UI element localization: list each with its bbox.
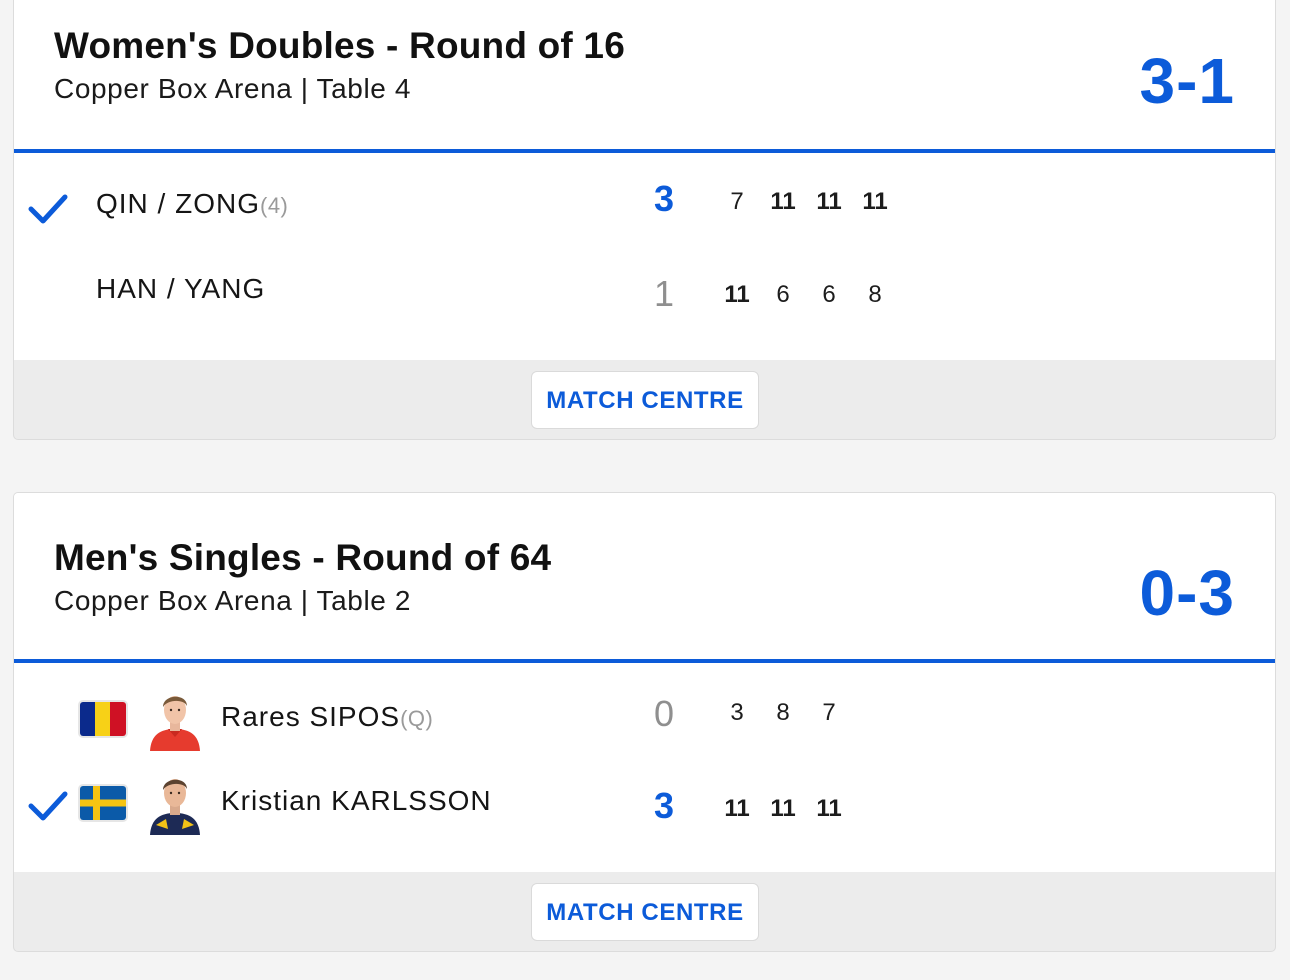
player-row: Rares SIPOS(Q) 0 3 8 7	[14, 677, 1275, 757]
game-point: 7	[822, 699, 836, 726]
match-centre-button[interactable]: MATCH CENTRE	[531, 883, 759, 941]
game-point: 8	[868, 281, 882, 308]
player-row: QIN / ZONG(4) 3 7 11 11 11	[14, 162, 1275, 242]
player-name: Rares SIPOS(Q)	[221, 701, 433, 733]
game-point: 11	[770, 795, 796, 822]
player-name: QIN / ZONG(4)	[96, 188, 288, 220]
game-point: 11	[770, 188, 796, 215]
games-won: 3	[653, 178, 675, 219]
games-won: 0	[653, 693, 675, 734]
player-row: HAN / YANG 1 11 6 6 8	[14, 253, 1275, 333]
match-card-mens-singles: Men's Singles - Round of 64 Copper Box A…	[13, 492, 1276, 952]
game-point: 11	[816, 188, 842, 215]
player-row: Kristian KARLSSON 3 11 11 11	[14, 767, 1275, 847]
game-points: 7 11 11 11	[714, 188, 898, 216]
game-points: 3 8 7	[714, 699, 852, 727]
game-point: 11	[862, 188, 888, 215]
players-list: Rares SIPOS(Q) 0 3 8 7 Kristian KARLSSON 3…	[14, 663, 1275, 872]
player-seed: (Q)	[400, 706, 434, 731]
players-list: QIN / ZONG(4) 3 7 11 11 11 HAN / YANG 1 11 6…	[14, 153, 1275, 360]
game-points: 11 11 11	[714, 795, 852, 823]
sweden-flag-icon	[80, 786, 126, 820]
winner-check-icon	[28, 789, 68, 823]
player-name-text: QIN / ZONG	[96, 188, 260, 219]
games-won: 3	[653, 785, 675, 826]
match-title: Men's Singles - Round of 64	[54, 537, 552, 578]
player-name: Kristian KARLSSON	[221, 785, 492, 817]
game-point: 11	[724, 795, 750, 822]
match-score: 0-3	[1139, 557, 1235, 629]
player-name-text: Rares SIPOS	[221, 701, 401, 732]
game-point: 6	[822, 281, 836, 308]
match-title: Women's Doubles - Round of 16	[54, 25, 625, 66]
winner-check-icon	[28, 192, 68, 226]
romania-flag-icon	[80, 702, 126, 736]
game-point: 7	[730, 188, 744, 215]
match-centre-button[interactable]: MATCH CENTRE	[531, 371, 759, 429]
game-points: 11 6 6 8	[714, 281, 898, 309]
player-seed: (4)	[260, 193, 289, 218]
match-venue: Copper Box Arena | Table 4	[54, 73, 412, 104]
game-point: 11	[816, 795, 842, 822]
player-photo-icon	[146, 769, 204, 835]
match-card-womens-doubles: Women's Doubles - Round of 16 Copper Box…	[13, 0, 1276, 440]
game-point: 6	[776, 281, 790, 308]
games-won: 1	[653, 273, 675, 314]
match-venue: Copper Box Arena | Table 2	[54, 585, 412, 616]
player-name-text: Kristian KARLSSON	[221, 785, 492, 816]
match-header: Men's Singles - Round of 64 Copper Box A…	[14, 493, 1275, 661]
match-score: 3-1	[1139, 45, 1235, 117]
player-name: HAN / YANG	[96, 273, 265, 305]
player-photo-icon	[146, 685, 204, 751]
match-header: Women's Doubles - Round of 16 Copper Box…	[14, 0, 1275, 151]
game-point: 11	[724, 281, 750, 308]
game-point: 3	[730, 699, 744, 726]
game-point: 8	[776, 699, 790, 726]
player-name-text: HAN / YANG	[96, 273, 266, 304]
